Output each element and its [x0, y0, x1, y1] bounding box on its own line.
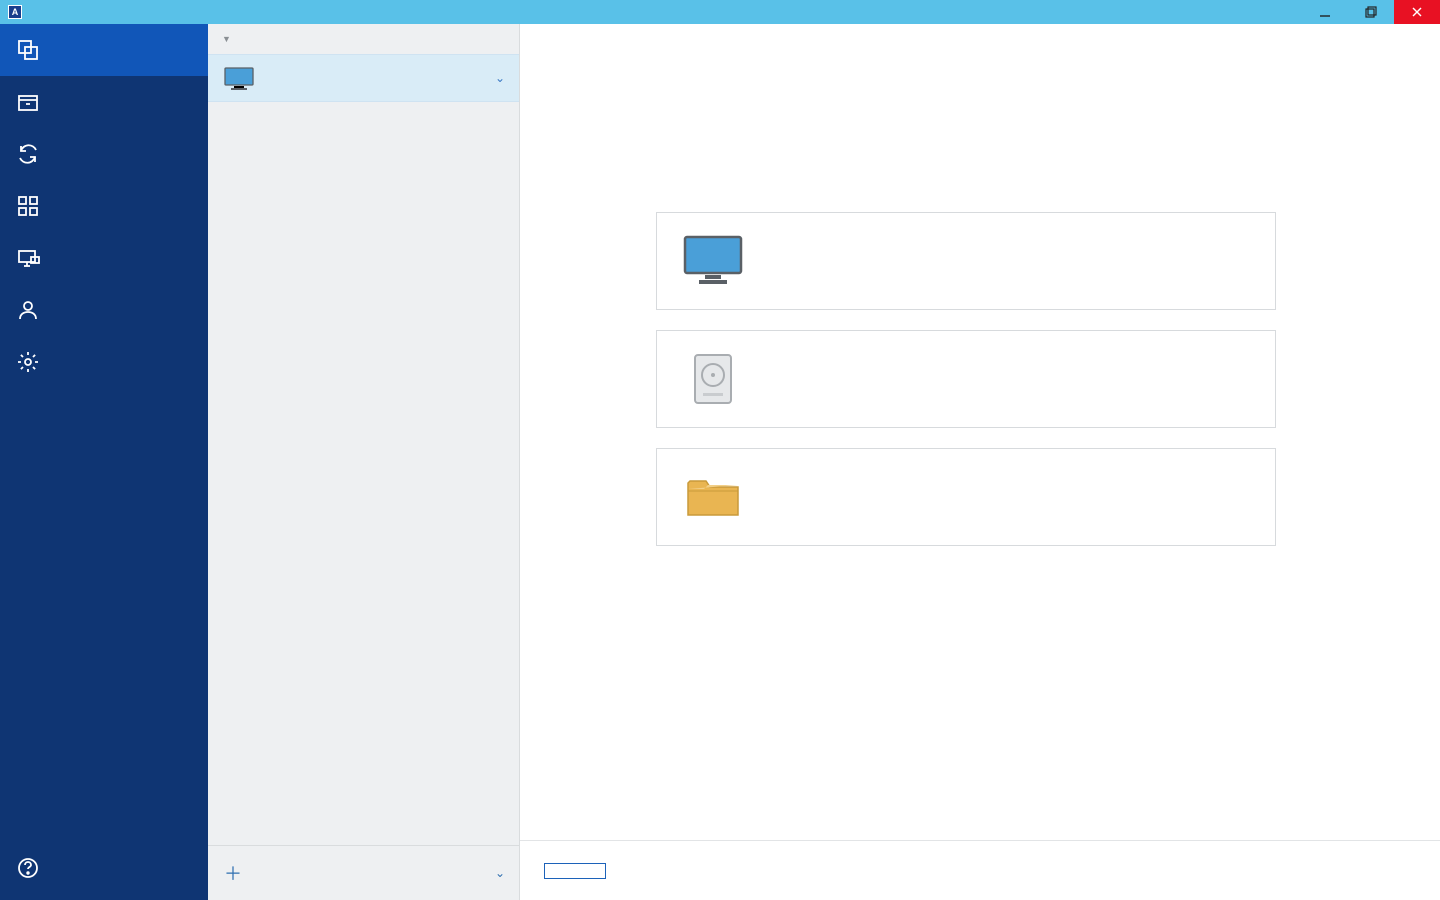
nav-dashboard[interactable]	[0, 232, 208, 284]
list-group-header[interactable]: ▼	[208, 24, 519, 54]
folder-icon	[681, 469, 745, 525]
archive-icon	[16, 90, 40, 114]
add-backup-button[interactable]: ＋ ⌄	[208, 845, 519, 900]
nav-tools[interactable]	[0, 180, 208, 232]
window-titlebar: A	[0, 0, 1440, 24]
source-options	[548, 212, 1384, 546]
nav-help[interactable]	[0, 840, 208, 900]
dashboard-icon	[16, 246, 40, 270]
backup-icon	[16, 38, 40, 62]
gear-icon	[16, 350, 40, 374]
chevron-down-icon[interactable]: ⌄	[495, 71, 505, 85]
backup-list-panel: ▼ ⌄ ＋ ⌄	[208, 24, 520, 900]
nav-account[interactable]	[0, 284, 208, 336]
close-button[interactable]	[1394, 0, 1440, 24]
source-disks[interactable]	[656, 330, 1276, 428]
nav-settings[interactable]	[0, 336, 208, 388]
maximize-button[interactable]	[1348, 0, 1394, 24]
nav-archive[interactable]	[0, 76, 208, 128]
account-icon	[16, 298, 40, 322]
window-controls	[1302, 0, 1440, 24]
help-icon	[16, 856, 40, 880]
nav-sync[interactable]	[0, 128, 208, 180]
monitor-icon	[224, 67, 254, 89]
minimize-button[interactable]	[1302, 0, 1348, 24]
monitor-icon	[681, 233, 745, 289]
plus-icon: ＋	[224, 860, 242, 886]
footer-bar	[520, 840, 1440, 900]
disk-icon	[681, 351, 745, 407]
back-button[interactable]	[544, 863, 606, 879]
nav-backup[interactable]	[0, 24, 208, 76]
sidebar-nav	[0, 24, 208, 900]
sync-icon	[16, 142, 40, 166]
chevron-down-icon[interactable]: ⌄	[495, 866, 505, 880]
main-panel	[520, 24, 1440, 900]
tools-icon	[16, 194, 40, 218]
source-files[interactable]	[656, 448, 1276, 546]
caret-down-icon: ▼	[222, 34, 231, 44]
backup-list-item[interactable]: ⌄	[208, 54, 519, 102]
app-icon: A	[8, 5, 22, 19]
source-entire-pc[interactable]	[656, 212, 1276, 310]
